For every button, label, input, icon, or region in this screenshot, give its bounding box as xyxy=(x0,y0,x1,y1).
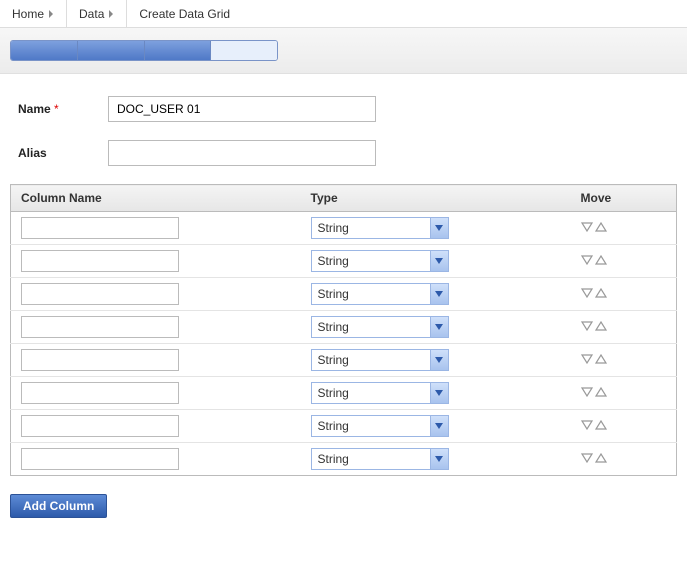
column-name-input[interactable] xyxy=(21,283,179,305)
alias-label: Alias xyxy=(10,146,108,160)
column-name-input[interactable] xyxy=(21,250,179,272)
columns-table: Column Name Type Move String String String… xyxy=(10,184,677,476)
type-select[interactable]: String xyxy=(311,316,449,338)
column-name-input[interactable] xyxy=(21,349,179,371)
type-select[interactable]: String xyxy=(311,217,449,239)
dropdown-arrow-icon[interactable] xyxy=(430,416,448,436)
progress-step-1 xyxy=(11,41,78,60)
type-select[interactable]: String xyxy=(311,349,449,371)
dropdown-arrow-icon[interactable] xyxy=(430,251,448,271)
table-row: String xyxy=(11,443,677,476)
name-input[interactable] xyxy=(108,96,376,122)
column-name-input[interactable] xyxy=(21,316,179,338)
move-down-icon[interactable] xyxy=(581,221,593,235)
move-controls xyxy=(581,419,607,433)
chevron-right-icon xyxy=(108,10,114,18)
dropdown-arrow-icon[interactable] xyxy=(430,284,448,304)
button-row: Add Column xyxy=(0,486,687,530)
move-controls xyxy=(581,254,607,268)
move-up-icon[interactable] xyxy=(595,353,607,367)
dropdown-arrow-icon[interactable] xyxy=(430,218,448,238)
move-up-icon[interactable] xyxy=(595,386,607,400)
alias-field-row: Alias xyxy=(10,140,677,166)
move-up-icon[interactable] xyxy=(595,419,607,433)
move-controls xyxy=(581,221,607,235)
type-select-value: String xyxy=(312,350,430,370)
breadcrumb-current: Create Data Grid xyxy=(127,0,242,27)
type-select[interactable]: String xyxy=(311,448,449,470)
table-row: String xyxy=(11,212,677,245)
move-controls xyxy=(581,320,607,334)
type-select[interactable]: String xyxy=(311,250,449,272)
type-select[interactable]: String xyxy=(311,283,449,305)
dropdown-arrow-icon[interactable] xyxy=(430,350,448,370)
move-up-icon[interactable] xyxy=(595,452,607,466)
wizard-progress xyxy=(10,40,278,61)
type-select-value: String xyxy=(312,251,430,271)
move-down-icon[interactable] xyxy=(581,419,593,433)
breadcrumb-home[interactable]: Home xyxy=(0,0,67,27)
name-label: Name * xyxy=(10,102,108,116)
add-column-button[interactable]: Add Column xyxy=(10,494,107,518)
column-name-input[interactable] xyxy=(21,415,179,437)
move-controls xyxy=(581,287,607,301)
table-row: String xyxy=(11,278,677,311)
table-row: String xyxy=(11,377,677,410)
column-name-input[interactable] xyxy=(21,382,179,404)
breadcrumb-data-label: Data xyxy=(79,7,104,21)
type-select-value: String xyxy=(312,416,430,436)
dropdown-arrow-icon[interactable] xyxy=(430,383,448,403)
name-field-row: Name * xyxy=(10,96,677,122)
move-controls xyxy=(581,452,607,466)
dropdown-arrow-icon[interactable] xyxy=(430,449,448,469)
type-select-value: String xyxy=(312,284,430,304)
move-down-icon[interactable] xyxy=(581,287,593,301)
move-controls xyxy=(581,353,607,367)
table-row: String xyxy=(11,410,677,443)
required-marker: * xyxy=(54,102,59,116)
breadcrumb-current-label: Create Data Grid xyxy=(139,7,230,21)
dropdown-arrow-icon[interactable] xyxy=(430,317,448,337)
progress-step-4 xyxy=(211,41,277,60)
type-select[interactable]: String xyxy=(311,382,449,404)
name-label-text: Name xyxy=(18,102,51,116)
chevron-right-icon xyxy=(48,10,54,18)
move-down-icon[interactable] xyxy=(581,386,593,400)
move-up-icon[interactable] xyxy=(595,221,607,235)
move-down-icon[interactable] xyxy=(581,254,593,268)
move-up-icon[interactable] xyxy=(595,320,607,334)
th-move: Move xyxy=(571,185,677,212)
type-select-value: String xyxy=(312,317,430,337)
table-row: String xyxy=(11,344,677,377)
table-row: String xyxy=(11,311,677,344)
th-column-name: Column Name xyxy=(11,185,301,212)
alias-input[interactable] xyxy=(108,140,376,166)
move-down-icon[interactable] xyxy=(581,452,593,466)
column-name-input[interactable] xyxy=(21,217,179,239)
type-select[interactable]: String xyxy=(311,415,449,437)
breadcrumb-home-label: Home xyxy=(12,7,44,21)
column-name-input[interactable] xyxy=(21,448,179,470)
move-up-icon[interactable] xyxy=(595,254,607,268)
move-up-icon[interactable] xyxy=(595,287,607,301)
type-select-value: String xyxy=(312,383,430,403)
progress-step-3 xyxy=(145,41,212,60)
progress-area xyxy=(0,28,687,74)
move-controls xyxy=(581,386,607,400)
move-down-icon[interactable] xyxy=(581,320,593,334)
progress-step-2 xyxy=(78,41,145,60)
th-type: Type xyxy=(301,185,571,212)
type-select-value: String xyxy=(312,449,430,469)
move-down-icon[interactable] xyxy=(581,353,593,367)
breadcrumb-data[interactable]: Data xyxy=(67,0,127,27)
form-area: Name * Alias Column Name Type Move Strin… xyxy=(0,74,687,486)
table-row: String xyxy=(11,245,677,278)
breadcrumb: Home Data Create Data Grid xyxy=(0,0,687,28)
type-select-value: String xyxy=(312,218,430,238)
